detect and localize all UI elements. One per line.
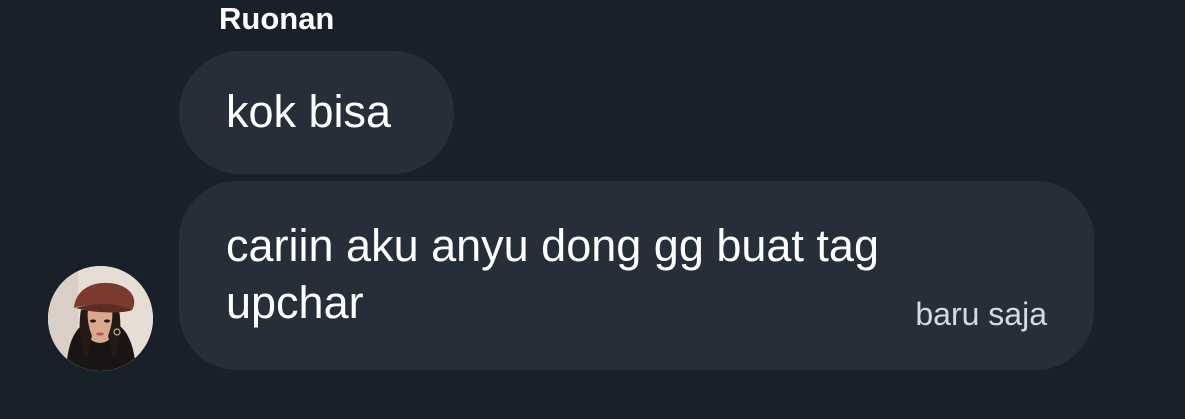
- message-timestamp: baru saja: [915, 296, 1047, 332]
- avatar-image: [48, 266, 153, 371]
- message-text: cariin aku anyu dong gg buat tag upchar: [226, 220, 879, 328]
- message-bubble[interactable]: kok bisa: [179, 51, 454, 174]
- avatar[interactable]: [48, 266, 153, 371]
- message-text: kok bisa: [226, 85, 392, 137]
- sender-name: Ruonan: [219, 1, 335, 36]
- message-bubble[interactable]: cariin aku anyu dong gg buat tag upchar …: [179, 181, 1094, 370]
